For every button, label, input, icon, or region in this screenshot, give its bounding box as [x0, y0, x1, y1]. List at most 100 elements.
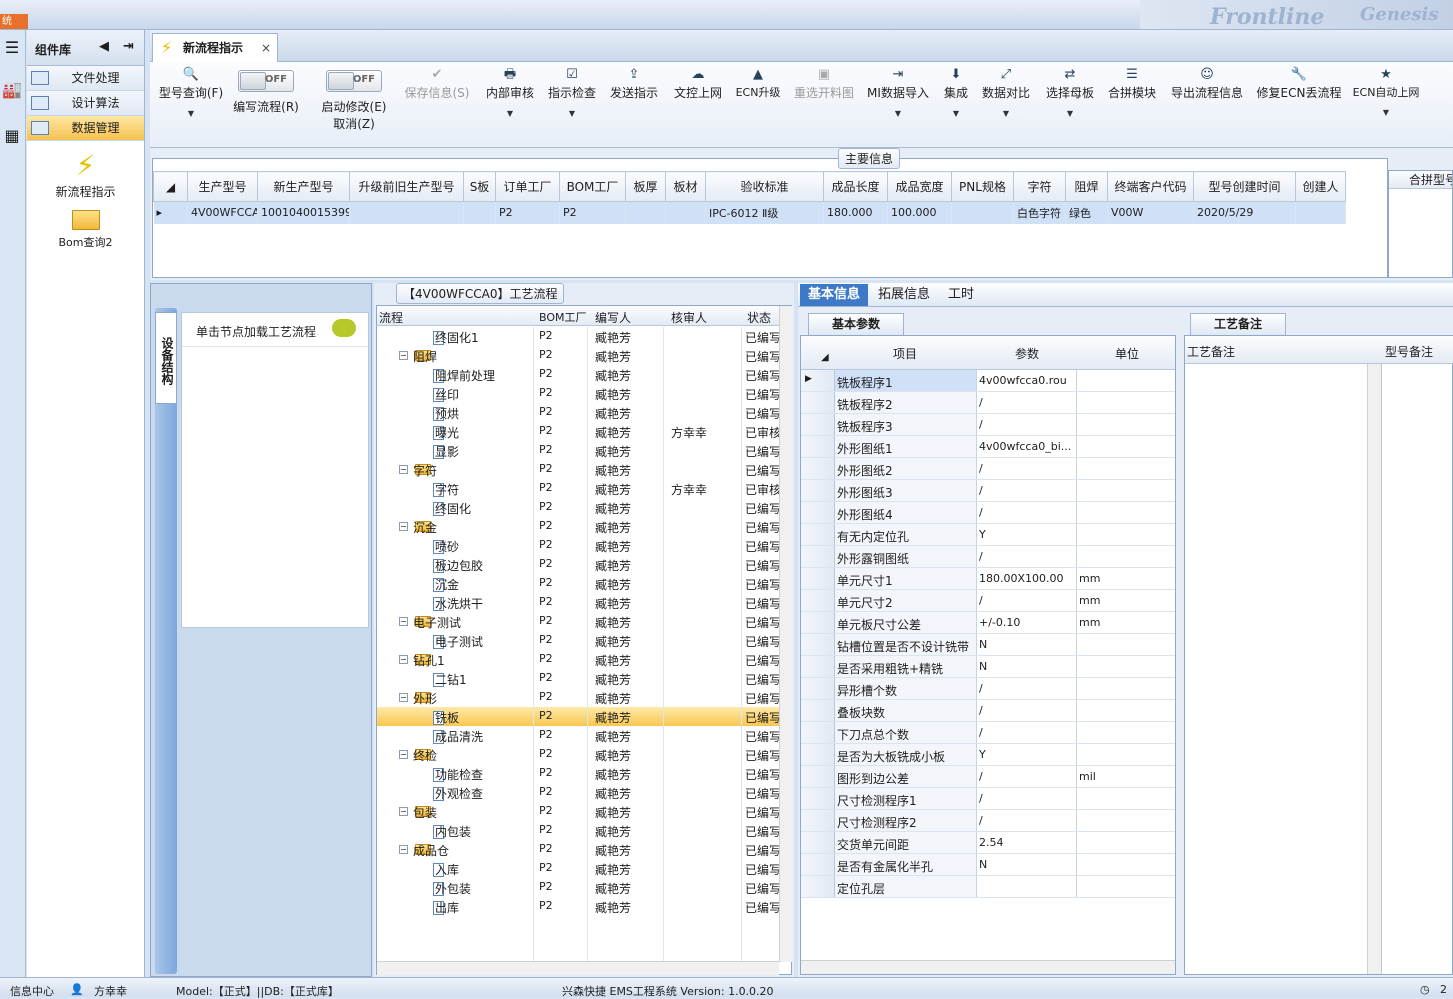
param-row[interactable]: 交货单元间距 2.54: [801, 832, 1175, 854]
fix-ecn-button[interactable]: 🔧 修复ECN丢流程: [1256, 66, 1342, 101]
ecn-auto-publish-button[interactable]: ★ ECN自动上网 ▼: [1350, 66, 1422, 117]
chevron-down-icon[interactable]: ▼: [940, 109, 972, 118]
calculator-icon[interactable]: ▦: [2, 126, 22, 146]
column-header[interactable]: 型号创建时间: [1193, 171, 1296, 202]
param-row[interactable]: 单元尺寸2/ mm: [801, 590, 1175, 612]
collapse-icon[interactable]: −: [399, 522, 408, 531]
tree-row[interactable]: 终固化 P2 臧艳芳 已编写: [377, 498, 779, 517]
data-compare-button[interactable]: ⤢ 数据对比 ▼: [980, 66, 1032, 118]
tab-work-hours[interactable]: 工时: [940, 284, 982, 306]
param-row[interactable]: ▶ 铣板程序1 4v00wfcca0.rou: [801, 370, 1175, 392]
tree-row[interactable]: − 阻焊 P2 臧艳芳 已编写: [377, 346, 779, 365]
param-value[interactable]: /: [979, 506, 1075, 519]
param-row[interactable]: 外形露铜图纸 /: [801, 546, 1175, 568]
tile-bom-query[interactable]: Bom查询2: [27, 206, 144, 250]
tree-row[interactable]: − 外形 P2 臧艳芳 已编写: [377, 688, 779, 707]
tab-equipment-structure[interactable]: 设备结构: [155, 312, 177, 404]
param-row[interactable]: 单元尺寸1 180.00X100.00 mm: [801, 568, 1175, 590]
collapse-icon[interactable]: −: [399, 807, 408, 816]
param-row[interactable]: 外形图纸1 4v00wfcca0_bi...: [801, 436, 1175, 458]
tree-row[interactable]: 入库 P2 臧艳芳 已编写: [377, 859, 779, 878]
param-value[interactable]: /: [979, 462, 1075, 475]
tile-new-flow[interactable]: ⚡ 新流程指示: [27, 149, 144, 200]
integrate-button[interactable]: ⬇ 集成 ▼: [940, 66, 972, 118]
tree-row[interactable]: 沉金 P2 臧艳芳 已编写: [377, 574, 779, 593]
tree-row[interactable]: 阻焊前处理 P2 臧艳芳 已编写: [377, 365, 779, 384]
param-row[interactable]: 是否采用粗铣+精铣 N: [801, 656, 1175, 678]
tree-row[interactable]: 水洗烘干 P2 臧艳芳 已编写: [377, 593, 779, 612]
column-header[interactable]: 生产型号: [187, 171, 258, 202]
factory-icon[interactable]: 🏭: [2, 80, 22, 100]
tree-row[interactable]: 预烘 P2 臧艳芳 已编写: [377, 403, 779, 422]
tree-row[interactable]: − 钻孔1 P2 臧艳芳 已编写: [377, 650, 779, 669]
tree-row[interactable]: 显影 P2 臧艳芳 已编写: [377, 441, 779, 460]
param-row[interactable]: 尺寸检测程序1/: [801, 788, 1175, 810]
param-value[interactable]: Y: [979, 528, 1075, 541]
param-value[interactable]: /: [979, 682, 1075, 695]
collapse-icon[interactable]: −: [399, 845, 408, 854]
tree-row[interactable]: 电子测试 P2 臧艳芳 已编写: [377, 631, 779, 650]
check-instruction-button[interactable]: ☑ 指示检查 ▼: [546, 66, 598, 118]
save-info-button[interactable]: ✔ 保存信息(S): [402, 66, 472, 101]
tree-row[interactable]: − 终检 P2 臧艳芳 已编写: [377, 745, 779, 764]
chevron-down-icon[interactable]: ▼: [1044, 109, 1096, 118]
start-modify-toggle[interactable]: OFF: [326, 70, 382, 92]
param-row[interactable]: 是否为大板铣成小板 Y: [801, 744, 1175, 766]
merge-module-button[interactable]: ☰ 合拼模块: [1106, 66, 1158, 101]
write-flow-toggle[interactable]: OFF: [238, 70, 294, 92]
column-header[interactable]: S板: [463, 171, 496, 202]
column-header[interactable]: BOM工厂: [559, 171, 626, 202]
column-header[interactable]: 板厚: [625, 171, 666, 202]
tab-new-flow[interactable]: ⚡ 新流程指示 ×: [152, 33, 278, 62]
param-value[interactable]: /: [979, 418, 1075, 431]
tab-basic-info[interactable]: 基本信息: [800, 284, 869, 306]
param-value[interactable]: N: [979, 638, 1075, 651]
param-row[interactable]: 铣板程序3/: [801, 414, 1175, 436]
tab-extended-info[interactable]: 拓展信息: [870, 284, 938, 306]
publish-online-button[interactable]: ☁ 文控上网: [672, 66, 724, 101]
tree-row[interactable]: 终固化1 P2 臧艳芳 已编写: [377, 327, 779, 346]
tree-row[interactable]: 喷砂 P2 臧艳芳 已编写: [377, 536, 779, 555]
param-value[interactable]: /: [979, 770, 1075, 783]
tree-row[interactable]: 字符 P2 臧艳芳 方幸幸 已审核: [377, 479, 779, 498]
column-header[interactable]: 阻焊: [1065, 171, 1108, 202]
column-header[interactable]: 升级前旧生产型号: [349, 171, 464, 202]
chevron-down-icon[interactable]: ▼: [866, 109, 930, 118]
tree-row[interactable]: 曝光 P2 臧艳芳 方幸幸 已审核: [377, 422, 779, 441]
tab-basic-params[interactable]: 基本参数: [808, 313, 904, 335]
column-header[interactable]: 新生产型号: [257, 171, 350, 202]
chevron-down-icon[interactable]: ▼: [980, 109, 1032, 118]
mi-import-button[interactable]: ⇥ MI数据导入 ▼: [866, 66, 930, 118]
tree-row[interactable]: − 沉金 P2 臧艳芳 已编写: [377, 517, 779, 536]
table-row[interactable]: ▸4V00WFCCA010010400153993 P2P2 IPC-6012 Ⅱ级…: [153, 201, 1346, 224]
tree-row[interactable]: 成品清洗 P2 臧艳芳 已编写: [377, 726, 779, 745]
param-value[interactable]: +/-0.10: [979, 616, 1075, 629]
collapse-icon[interactable]: −: [399, 351, 408, 360]
send-instruction-button[interactable]: ⇪ 发送指示: [608, 66, 660, 101]
tree-row[interactable]: 板边包胶 P2 臧艳芳 已编写: [377, 555, 779, 574]
column-header[interactable]: 验收标准: [705, 171, 824, 202]
param-row[interactable]: 外形图纸2/: [801, 458, 1175, 480]
param-row[interactable]: 图形到边公差 / mil: [801, 766, 1175, 788]
sidebar-item-algorithm[interactable]: 设计算法: [27, 91, 144, 116]
chevron-down-icon[interactable]: ▼: [484, 109, 536, 118]
column-header[interactable]: 字符: [1013, 171, 1066, 202]
sidebar-item-data[interactable]: 数据管理: [27, 116, 144, 141]
ecn-upgrade-button[interactable]: ▲ ECN升级: [734, 66, 782, 100]
param-row[interactable]: 外形图纸4/: [801, 502, 1175, 524]
reselect-cutting-button[interactable]: ▣ 重选开料图: [792, 66, 856, 101]
param-row[interactable]: 单元板尺寸公差 +/-0.10 mm: [801, 612, 1175, 634]
tree-row[interactable]: 外观检查 P2 臧艳芳 已编写: [377, 783, 779, 802]
param-row[interactable]: 钻槽位置是否不设计铣带 N: [801, 634, 1175, 656]
collapse-icon[interactable]: −: [399, 655, 408, 664]
column-header[interactable]: PNL规格: [951, 171, 1014, 202]
param-row[interactable]: 异形槽个数 /: [801, 678, 1175, 700]
column-header[interactable]: 终端客户代码: [1107, 171, 1194, 202]
param-row[interactable]: 是否有金属化半孔 N: [801, 854, 1175, 876]
column-header[interactable]: 创建人: [1295, 171, 1346, 202]
close-icon[interactable]: ×: [261, 34, 271, 62]
param-value[interactable]: /: [979, 792, 1075, 805]
column-header[interactable]: 板材: [665, 171, 706, 202]
select-mother-board-button[interactable]: ⇄ 选择母板 ▼: [1044, 66, 1096, 118]
param-value[interactable]: /: [979, 814, 1075, 827]
